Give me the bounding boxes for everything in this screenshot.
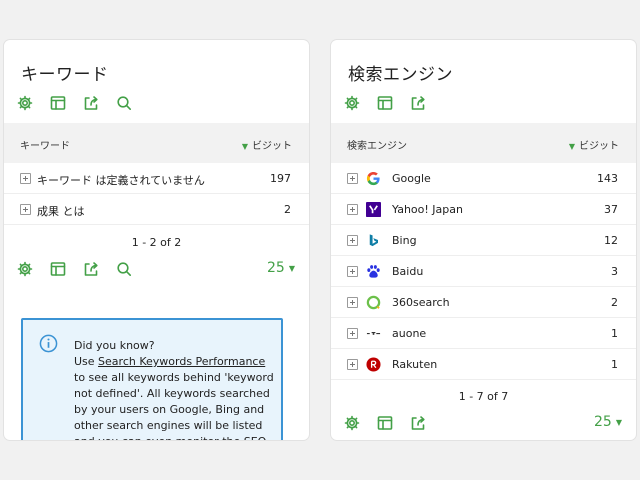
gear-icon[interactable] [17, 95, 33, 111]
keywords-toolbar-top [17, 95, 132, 111]
search-keywords-performance-link[interactable]: Search Keywords Performance [98, 355, 265, 368]
engines-table-header: 検索エンジン ▼ ビジット [331, 123, 636, 163]
table-icon[interactable] [377, 95, 393, 111]
engines-column-visits[interactable]: ▼ ビジット [569, 137, 619, 152]
table-row[interactable]: Baidu 3 [331, 256, 636, 287]
notice-body: to see all keywords behind 'keyword not … [74, 371, 274, 440]
table-row[interactable]: Rakuten 1 [331, 349, 636, 380]
info-icon [39, 334, 58, 353]
pagination-info: 1 - 7 of 7 [458, 390, 509, 403]
360search-logo-icon [366, 295, 381, 310]
visits-column-label: ビジット [252, 141, 292, 152]
row-label: 360search [392, 296, 450, 309]
keywords-table-header: キーワード ▼ ビジット [4, 123, 309, 163]
gear-icon[interactable] [17, 261, 33, 277]
keywords-card: キーワード キーワード ▼ ビジット キーワード は定義されていません 197 成… [4, 40, 309, 440]
gear-icon[interactable] [344, 415, 360, 431]
search-icon[interactable] [116, 95, 132, 111]
visits-column-label: ビジット [579, 141, 619, 152]
row-label: Bing [392, 234, 417, 247]
row-value: 143 [597, 172, 618, 185]
row-label: キーワード は定義されていません [37, 174, 205, 187]
auone-logo-icon [366, 332, 381, 335]
keywords-card-title: キーワード [21, 65, 109, 85]
export-icon[interactable] [410, 415, 426, 431]
table-row[interactable]: 360search 2 [331, 287, 636, 318]
limit-selector[interactable]: 25 ▼ [594, 414, 622, 430]
notice-text: Did you know? Use Search Keywords Perfor… [74, 338, 274, 440]
search-icon[interactable] [116, 261, 132, 277]
keywords-column-label[interactable]: キーワード [20, 137, 70, 152]
export-icon[interactable] [83, 95, 99, 111]
expand-icon[interactable] [347, 173, 358, 184]
bing-logo-icon [369, 234, 378, 247]
expand-icon[interactable] [347, 328, 358, 339]
limit-value: 25 [594, 414, 612, 430]
notice-heading: Did you know? [74, 339, 155, 352]
table-icon[interactable] [50, 261, 66, 277]
row-value: 1 [611, 358, 618, 371]
table-row[interactable]: auone 1 [331, 318, 636, 349]
caret-down-icon: ▼ [288, 263, 295, 273]
row-label: 成果 とは [37, 205, 85, 218]
table-row[interactable]: キーワード は定義されていません 197 [4, 163, 309, 194]
limit-value: 25 [267, 260, 285, 276]
row-value: 2 [611, 296, 618, 309]
notice-prefix: Use [74, 355, 99, 368]
gear-icon[interactable] [344, 95, 360, 111]
table-icon[interactable] [50, 95, 66, 111]
did-you-know-notice: Did you know? Use Search Keywords Perfor… [21, 318, 283, 440]
row-label: Baidu [392, 265, 424, 278]
baidu-logo-icon [367, 265, 380, 278]
expand-icon[interactable] [20, 204, 31, 215]
expand-icon[interactable] [347, 266, 358, 277]
google-logo-icon [366, 171, 380, 186]
expand-icon[interactable] [347, 204, 358, 215]
row-label: Yahoo! Japan [392, 203, 463, 216]
engines-toolbar-top [344, 95, 426, 111]
row-value: 2 [284, 203, 291, 216]
row-value: 12 [604, 234, 618, 247]
row-label: Rakuten [392, 358, 438, 371]
table-row[interactable]: Bing 12 [331, 225, 636, 256]
limit-selector[interactable]: 25 ▼ [267, 260, 295, 276]
pagination-info: 1 - 2 of 2 [131, 236, 182, 249]
search-engines-card-title: 検索エンジン [348, 65, 453, 85]
expand-icon[interactable] [20, 173, 31, 184]
table-row[interactable]: 成果 とは 2 [4, 194, 309, 225]
yahoo-logo-icon [366, 202, 381, 217]
keywords-toolbar-bottom [17, 261, 132, 277]
sort-desc-icon: ▼ [241, 142, 248, 151]
row-label: Google [392, 172, 431, 185]
expand-icon[interactable] [347, 297, 358, 308]
caret-down-icon: ▼ [615, 417, 622, 427]
export-icon[interactable] [83, 261, 99, 277]
export-icon[interactable] [410, 95, 426, 111]
engines-column-label[interactable]: 検索エンジン [347, 137, 407, 152]
row-value: 3 [611, 265, 618, 278]
table-row[interactable]: Yahoo! Japan 37 [331, 194, 636, 225]
keywords-column-visits[interactable]: ▼ ビジット [242, 137, 292, 152]
table-icon[interactable] [377, 415, 393, 431]
table-row[interactable]: Google 143 [331, 163, 636, 194]
expand-icon[interactable] [347, 235, 358, 246]
search-engines-card: 検索エンジン 検索エンジン ▼ ビジット Google 143 Yahoo! J… [331, 40, 636, 440]
expand-icon[interactable] [347, 359, 358, 370]
row-value: 197 [270, 172, 291, 185]
row-label: auone [392, 327, 427, 340]
engines-toolbar-bottom [344, 415, 426, 431]
row-value: 37 [604, 203, 618, 216]
sort-desc-icon: ▼ [568, 142, 575, 151]
row-value: 1 [611, 327, 618, 340]
rakuten-logo-icon [366, 357, 381, 372]
